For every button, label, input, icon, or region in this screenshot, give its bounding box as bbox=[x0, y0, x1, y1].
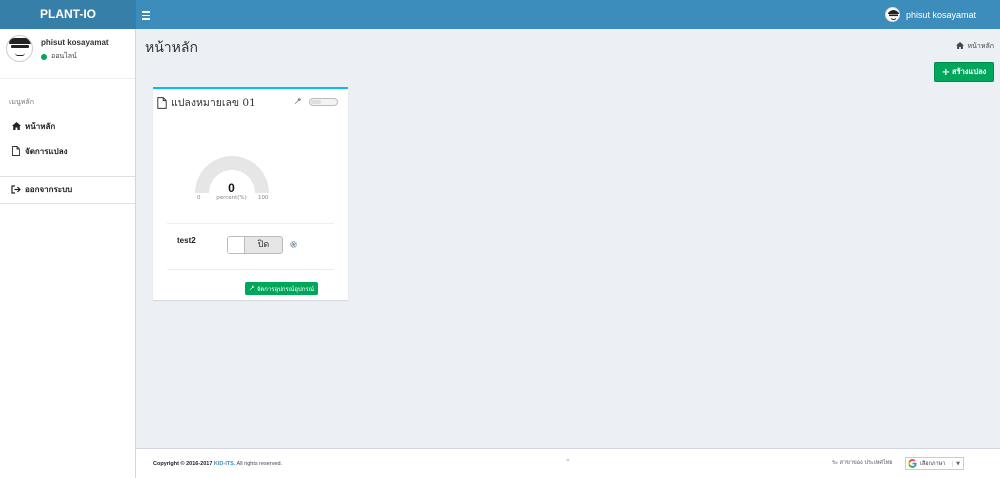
gauge-value: 0 bbox=[228, 181, 235, 195]
home-icon bbox=[955, 42, 964, 51]
company-link[interactable]: KID-ITS. bbox=[214, 461, 235, 467]
sidebar-item-manage-plots[interactable]: จัดการแปลง bbox=[0, 142, 135, 160]
menu-header: เมนูหลัก bbox=[9, 98, 34, 106]
wrench-icon[interactable] bbox=[294, 97, 302, 108]
create-plot-label: สร้างแปลง bbox=[952, 67, 987, 76]
breadcrumb-home[interactable]: หน้าหลัก bbox=[968, 41, 994, 52]
sidebar-item-label: ออกจากระบบ bbox=[25, 184, 73, 194]
card-divider bbox=[167, 223, 334, 224]
plot-card-title: แปลงหมายเลข 01 bbox=[157, 94, 256, 111]
device-name: test2 bbox=[177, 236, 196, 245]
google-icon bbox=[908, 459, 917, 468]
card-divider bbox=[167, 269, 334, 270]
sidebar-item-logout[interactable]: ออกจากระบบ bbox=[0, 180, 135, 198]
file-icon bbox=[9, 146, 23, 156]
language-select[interactable]: เลือกภาษา ▼ bbox=[905, 457, 964, 470]
sidebar-divider bbox=[0, 203, 135, 204]
switch-knob bbox=[228, 237, 245, 253]
user-menu[interactable]: phisut kosayamat bbox=[884, 6, 976, 23]
wrench-icon bbox=[249, 285, 255, 293]
copyright-prefix: Copyright © 2016-2017 bbox=[153, 461, 214, 467]
gauge-max: 100 bbox=[258, 195, 269, 201]
top-navbar: PLANT-IO phisut kosayamat bbox=[0, 0, 1000, 29]
sidebar-user-name: phisut kosayamat bbox=[41, 38, 109, 47]
brand-logo[interactable]: PLANT-IO bbox=[0, 0, 136, 29]
rights-text: All rights reserved. bbox=[235, 461, 283, 467]
breadcrumb[interactable]: หน้าหลัก bbox=[955, 41, 994, 52]
page-title: หน้าหลัก bbox=[145, 40, 198, 56]
manage-devices-label: จัดการอุปกรณ์อุปกรณ์ bbox=[256, 285, 315, 293]
sidebar: phisut kosayamat ออนไลน์ เมนูหลัก หน้าหล… bbox=[0, 29, 136, 478]
online-dot-icon bbox=[41, 53, 47, 60]
plus-icon: + bbox=[941, 66, 951, 78]
footer-right-text: ระ สาขาของ ประเทศไทย bbox=[832, 460, 893, 466]
status-text: ออนไลน์ bbox=[51, 52, 77, 60]
sidebar-divider bbox=[0, 176, 135, 177]
create-plot-button[interactable]: + สร้างแปลง bbox=[934, 62, 994, 82]
user-name: phisut kosayamat bbox=[905, 9, 976, 20]
sign-out-icon bbox=[9, 184, 23, 194]
language-label: เลือกภาษา bbox=[920, 460, 946, 467]
scroll-top-icon[interactable]: ⌃ bbox=[565, 458, 571, 466]
copyright: Copyright © 2016-2017 KID-ITS. All right… bbox=[153, 461, 282, 467]
online-status: ออนไลน์ bbox=[41, 51, 77, 62]
gauge-min: 0 bbox=[197, 195, 201, 201]
sidebar-item-home[interactable]: หน้าหลัก bbox=[0, 117, 135, 135]
gear-icon[interactable] bbox=[289, 240, 298, 252]
manage-devices-button[interactable]: จัดการอุปกรณ์อุปกรณ์ bbox=[245, 282, 318, 295]
avatar bbox=[884, 7, 900, 22]
chevron-down-icon: ▼ bbox=[952, 460, 960, 467]
avatar bbox=[6, 35, 33, 62]
device-switch[interactable]: ปิด bbox=[227, 236, 283, 254]
sidebar-item-label: หน้าหลัก bbox=[25, 121, 56, 131]
home-icon bbox=[9, 122, 23, 130]
sidebar-toggle-icon[interactable] bbox=[142, 7, 154, 21]
sidebar-item-label: จัดการแปลง bbox=[25, 146, 68, 156]
gauge-unit: percent(%) bbox=[216, 195, 247, 201]
file-icon bbox=[157, 96, 167, 109]
user-panel: phisut kosayamat ออนไลน์ bbox=[0, 29, 135, 79]
footer: Copyright © 2016-2017 KID-ITS. All right… bbox=[136, 448, 1000, 478]
plot-title-text: แปลงหมายเลข 01 bbox=[171, 97, 256, 109]
plot-toggle-switch[interactable] bbox=[309, 98, 338, 106]
plot-card: แปลงหมายเลข 01 0 0 percent(%) 100 test2 … bbox=[153, 87, 348, 300]
switch-label: ปิด bbox=[257, 240, 270, 250]
